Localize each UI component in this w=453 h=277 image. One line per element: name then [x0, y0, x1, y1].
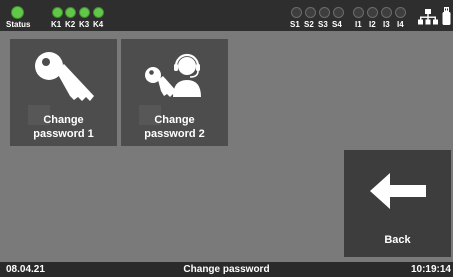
- change-password-1-button[interactable]: Change password 1: [10, 39, 117, 146]
- led-i2: [367, 7, 378, 18]
- screen-title: Change password: [183, 264, 270, 275]
- time-text: 10:19:14: [410, 264, 451, 275]
- label-i4: I4: [397, 20, 404, 29]
- led-s4: [333, 7, 344, 18]
- label-s1: S1: [290, 20, 300, 29]
- tile-label-line1: Change: [154, 114, 195, 126]
- label-i3: I3: [383, 20, 390, 29]
- label-k1: K1: [51, 20, 62, 29]
- label-k2: K2: [65, 20, 76, 29]
- led-k4: [93, 7, 104, 18]
- status-led: [11, 6, 24, 19]
- label-s3: S3: [318, 20, 328, 29]
- back-button[interactable]: Back: [344, 150, 451, 257]
- label-k3: K3: [79, 20, 90, 29]
- tile-label-line1: Change: [43, 114, 84, 126]
- led-i4: [395, 7, 406, 18]
- key-icon: [32, 49, 96, 109]
- change-password-2-button[interactable]: Change password 2: [121, 39, 228, 146]
- label-s2: S2: [304, 20, 314, 29]
- led-i1: [353, 7, 364, 18]
- status-bar: Status K1 K2 K3 K4 S1 S2 S3 S4 I1 I2 I3 …: [0, 0, 453, 31]
- label-i2: I2: [369, 20, 376, 29]
- led-i3: [381, 7, 392, 18]
- tile-label-line2: password 1: [33, 128, 94, 140]
- label-s4: S4: [332, 20, 342, 29]
- label-k4: K4: [93, 20, 104, 29]
- led-s1: [291, 7, 302, 18]
- led-s2: [305, 7, 316, 18]
- tile-label-line2: password 2: [144, 128, 205, 140]
- led-k3: [79, 7, 90, 18]
- key-user-headset-icon: [143, 47, 209, 107]
- back-label: Back: [384, 234, 411, 246]
- status-label: Status: [6, 20, 31, 29]
- arrow-left-icon: [370, 173, 426, 209]
- bottom-bar: 08.04.21 Change password 10:19:14: [0, 262, 453, 277]
- led-k2: [65, 7, 76, 18]
- label-i1: I1: [355, 20, 362, 29]
- led-k1: [52, 7, 63, 18]
- led-s3: [319, 7, 330, 18]
- network-icon: [418, 9, 438, 25]
- usb-icon: [442, 7, 451, 27]
